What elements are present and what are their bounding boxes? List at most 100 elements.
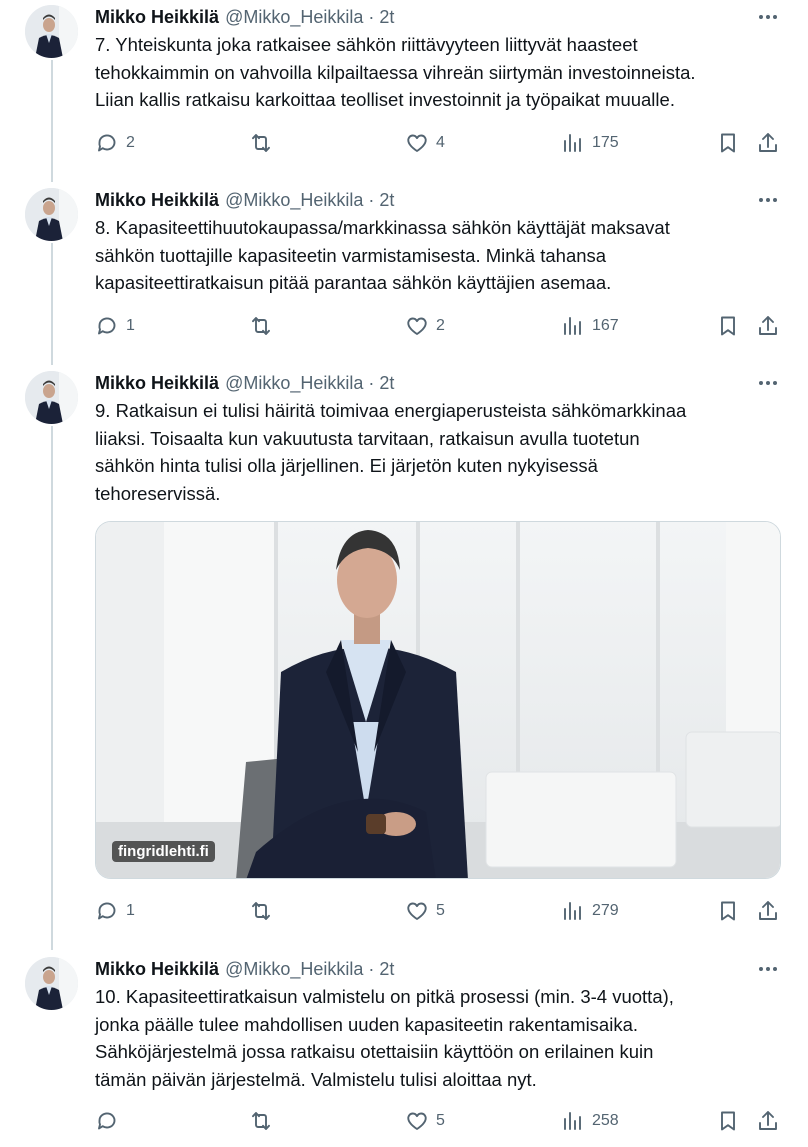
photo-man-in-suit	[96, 522, 780, 878]
thread-line	[51, 426, 53, 950]
author-handle[interactable]: @Mikko_Heikkila	[225, 5, 363, 29]
like-count: 4	[436, 134, 445, 151]
share-button[interactable]	[756, 311, 780, 341]
retweet-icon	[252, 902, 270, 920]
tweet-header: Mikko Heikkilä @Mikko_Heikkila · 2t	[95, 371, 781, 395]
more-icon[interactable]	[755, 5, 781, 29]
reply-count: 1	[126, 902, 135, 919]
tweet-header: Mikko Heikkilä @Mikko_Heikkila · 2t	[95, 188, 781, 212]
tweet-header: Mikko Heikkilä @Mikko_Heikkila · 2t	[95, 5, 781, 29]
bookmark-button[interactable]	[716, 896, 740, 926]
more-icon[interactable]	[755, 188, 781, 212]
timestamp[interactable]: 2t	[379, 371, 394, 395]
thread-line	[51, 243, 53, 365]
views-button[interactable]: 279	[561, 896, 619, 926]
reply-button[interactable]	[95, 1106, 126, 1136]
timestamp[interactable]: 2t	[379, 188, 394, 212]
share-icon	[759, 316, 777, 335]
tweet-text: 7. Yhteiskunta joka ratkaisee sähkön rii…	[95, 34, 696, 110]
like-button[interactable]: 2	[405, 311, 445, 341]
separator-dot: ·	[368, 373, 375, 393]
views-icon	[564, 902, 581, 920]
like-count: 5	[436, 902, 445, 919]
reply-button[interactable]: 2	[95, 128, 135, 158]
like-button[interactable]: 5	[405, 1106, 445, 1136]
action-bar: 5 258	[95, 1106, 785, 1136]
view-count: 258	[592, 1112, 619, 1129]
reply-count: 2	[126, 134, 135, 151]
timestamp[interactable]: 2t	[379, 957, 394, 981]
retweet-icon	[252, 1112, 270, 1130]
author-name[interactable]: Mikko Heikkilä	[95, 188, 219, 212]
heart-icon	[407, 1112, 427, 1130]
like-button[interactable]: 4	[405, 128, 445, 158]
views-button[interactable]: 175	[561, 128, 619, 158]
author-handle[interactable]: @Mikko_Heikkila	[225, 371, 363, 395]
tweet-text: 8. Kapasiteettihuutokaupassa/markkinassa…	[95, 217, 670, 293]
share-icon	[759, 133, 777, 152]
views-icon	[564, 134, 581, 152]
action-bar: 2 4 175	[95, 128, 785, 158]
more-icon[interactable]	[755, 371, 781, 395]
reply-button[interactable]: 1	[95, 896, 135, 926]
tweet-text: 9. Ratkaisun ei tulisi häiritä toimivaa …	[95, 400, 687, 504]
retweet-button[interactable]	[249, 128, 280, 158]
heart-icon	[407, 317, 427, 335]
more-icon[interactable]	[755, 957, 781, 981]
author-name[interactable]: Mikko Heikkilä	[95, 5, 219, 29]
avatar[interactable]	[25, 188, 78, 241]
timestamp[interactable]: 2t	[379, 5, 394, 29]
thread-line	[51, 60, 53, 182]
views-button[interactable]: 167	[561, 311, 619, 341]
heart-icon	[407, 134, 427, 152]
view-count: 279	[592, 902, 619, 919]
author-handle[interactable]: @Mikko_Heikkila	[225, 957, 363, 981]
separator-dot: ·	[368, 190, 375, 210]
retweet-button[interactable]	[249, 896, 280, 926]
bookmark-icon	[721, 316, 735, 336]
tweet-text: 10. Kapasiteettiratkaisun valmistelu on …	[95, 986, 674, 1090]
avatar[interactable]	[25, 371, 78, 424]
author-name[interactable]: Mikko Heikkilä	[95, 371, 219, 395]
views-icon	[564, 1112, 581, 1130]
share-button[interactable]	[756, 1106, 780, 1136]
bookmark-icon	[721, 1111, 735, 1131]
retweet-icon	[252, 317, 270, 335]
author-handle[interactable]: @Mikko_Heikkila	[225, 188, 363, 212]
view-count: 167	[592, 317, 619, 334]
views-button[interactable]: 258	[561, 1106, 619, 1136]
share-icon	[759, 901, 777, 920]
bookmark-button[interactable]	[716, 1106, 740, 1136]
retweet-button[interactable]	[249, 311, 280, 341]
like-count: 2	[436, 317, 445, 334]
reply-icon	[98, 1112, 116, 1130]
bookmark-button[interactable]	[716, 128, 740, 158]
retweet-button[interactable]	[249, 1106, 280, 1136]
reply-icon	[98, 902, 116, 920]
reply-icon	[98, 317, 116, 335]
author-name[interactable]: Mikko Heikkilä	[95, 957, 219, 981]
tweet-media-photo[interactable]: fingridlehti.fi	[95, 521, 781, 879]
separator-dot: ·	[368, 7, 375, 27]
reply-button[interactable]: 1	[95, 311, 135, 341]
action-bar: 1 2 167	[95, 311, 785, 341]
share-icon	[759, 1111, 777, 1130]
like-button[interactable]: 5	[405, 896, 445, 926]
bookmark-button[interactable]	[716, 311, 740, 341]
media-source-label: fingridlehti.fi	[112, 841, 215, 862]
bookmark-icon	[721, 133, 735, 153]
retweet-icon	[252, 134, 270, 152]
heart-icon	[407, 902, 427, 920]
share-button[interactable]	[756, 128, 780, 158]
share-button[interactable]	[756, 896, 780, 926]
action-bar: 1 5 279	[95, 896, 785, 926]
reply-count: 1	[126, 317, 135, 334]
view-count: 175	[592, 134, 619, 151]
avatar[interactable]	[25, 5, 78, 58]
bookmark-icon	[721, 901, 735, 921]
like-count: 5	[436, 1112, 445, 1129]
avatar[interactable]	[25, 957, 78, 1010]
views-icon	[564, 317, 581, 335]
reply-icon	[98, 134, 116, 152]
tweet-header: Mikko Heikkilä @Mikko_Heikkila · 2t	[95, 957, 781, 981]
